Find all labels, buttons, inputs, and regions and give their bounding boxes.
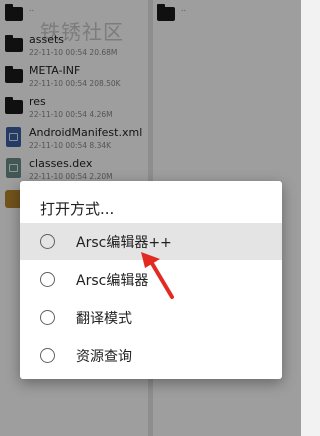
radio-button[interactable] — [40, 310, 55, 325]
dialog-title: 打开方式... — [40, 200, 115, 218]
option-label: 资源查询 — [76, 349, 132, 365]
radio-button[interactable] — [40, 272, 55, 287]
option-arsc-editor-plus[interactable]: Arsc编辑器++ — [20, 223, 282, 260]
open-with-dialog: 打开方式... Arsc编辑器++ Arsc编辑器 翻译模式 资源查询 — [20, 181, 282, 379]
option-label: 翻译模式 — [76, 311, 132, 327]
option-arsc-editor[interactable]: Arsc编辑器 — [20, 261, 282, 298]
option-resource-query[interactable]: 资源查询 — [20, 337, 282, 374]
option-label: Arsc编辑器++ — [76, 235, 172, 251]
radio-button[interactable] — [40, 234, 55, 249]
option-translate-mode[interactable]: 翻译模式 — [20, 299, 282, 336]
radio-button[interactable] — [40, 348, 55, 363]
option-label: Arsc编辑器 — [76, 273, 149, 289]
